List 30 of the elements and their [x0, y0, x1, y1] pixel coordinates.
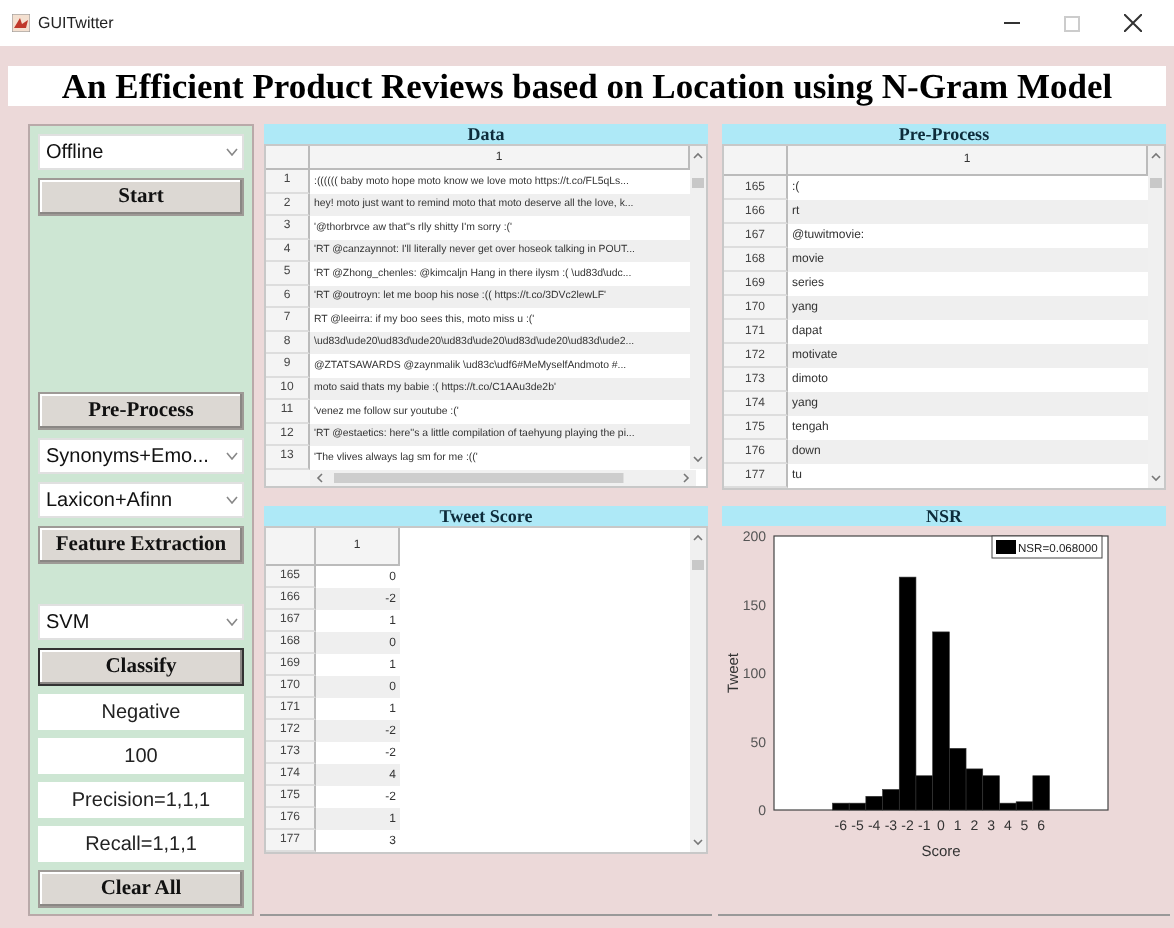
app-icon	[12, 14, 30, 32]
minimize-icon[interactable]	[1004, 21, 1020, 25]
vertical-scrollbar[interactable]	[690, 528, 706, 852]
page-heading: An Efficient Product Reviews based on Location using N-Gram Model	[8, 66, 1166, 106]
action-button[interactable]: Clear All	[38, 870, 244, 908]
action-button[interactable]: Feature Extraction	[38, 526, 244, 564]
result-text-box: Recall=1,1,1	[38, 826, 244, 862]
close-icon[interactable]	[1123, 14, 1141, 32]
dropdown[interactable]: Laxicon+Afinn	[38, 482, 244, 518]
dropdown[interactable]: Synonyms+Emo...	[38, 438, 244, 474]
vertical-scrollbar[interactable]	[1148, 146, 1164, 488]
caret-icon[interactable]	[226, 452, 238, 460]
panel-title: Pre-Process	[722, 124, 1166, 144]
result-text-box: Precision=1,1,1	[38, 782, 244, 818]
vertical-scrollbar[interactable]	[690, 146, 706, 469]
caret-icon[interactable]	[226, 148, 238, 156]
horizontal-scrollbar[interactable]	[310, 469, 696, 485]
action-button[interactable]: Start	[38, 178, 244, 216]
result-text-box: Negative	[38, 694, 244, 730]
panel-title: Data	[264, 124, 708, 144]
action-button[interactable]: Classify	[38, 648, 244, 686]
panel-title: Tweet Score	[264, 506, 708, 526]
panel-title: NSR	[722, 506, 1166, 526]
caret-icon[interactable]	[226, 618, 238, 626]
caret-icon[interactable]	[226, 496, 238, 504]
action-button[interactable]: Pre-Process	[38, 392, 244, 430]
window-title: GUITwitter	[38, 14, 116, 32]
dropdown[interactable]: SVM	[38, 604, 244, 640]
dropdown[interactable]: Offline	[38, 134, 244, 170]
result-text-box: 100	[38, 738, 244, 774]
